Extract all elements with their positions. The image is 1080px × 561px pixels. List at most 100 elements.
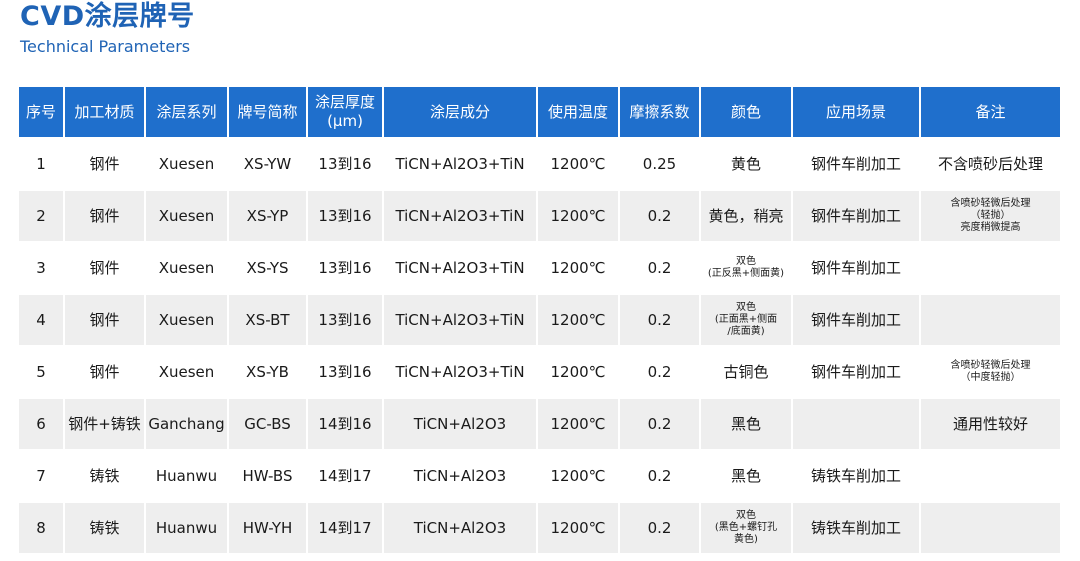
cell-material: 铸铁 [65, 501, 146, 553]
cell-grade: XS-BT [229, 293, 308, 345]
thickness-unit: (μm) [327, 112, 363, 130]
cell-friction: 0.25 [620, 137, 701, 189]
cell-grade: HW-BS [229, 449, 308, 501]
color-line: (正反黑+侧面黄) [707, 268, 785, 279]
cell-note [921, 449, 1060, 501]
note-line: 含喷砂轻微后处理 [950, 198, 1031, 209]
cell-note [921, 501, 1060, 553]
cell-temp: 1200℃ [538, 345, 620, 397]
col-header-color: 颜色 [701, 87, 793, 137]
cell-thickness: 13到16 [308, 189, 384, 241]
cell-composition: TiCN+Al2O3 [384, 397, 538, 449]
cell-temp: 1200℃ [538, 189, 620, 241]
cell-material: 铸铁 [65, 449, 146, 501]
cell-color: 黑色 [701, 397, 793, 449]
cell-temp: 1200℃ [538, 241, 620, 293]
color-line: 双色 [736, 510, 756, 521]
cell-thickness: 13到16 [308, 137, 384, 189]
cell-no: 7 [19, 449, 65, 501]
cell-material: 钢件 [65, 189, 146, 241]
cell-series: Ganchang [146, 397, 229, 449]
cell-temp: 1200℃ [538, 501, 620, 553]
col-header-friction: 摩擦系数 [620, 87, 701, 137]
cell-note [921, 241, 1060, 293]
cell-grade: HW-YH [229, 501, 308, 553]
cell-no: 5 [19, 345, 65, 397]
color-line: /底面黄) [727, 326, 765, 337]
col-header-thickness: 涂层厚度 (μm) [308, 87, 384, 137]
table-row: 8 铸铁 Huanwu HW-YH 14到17 TiCN+Al2O3 1200℃ 0.2 双色(… [19, 501, 1060, 553]
cell-thickness: 14到16 [308, 397, 384, 449]
thickness-label: 涂层厚度 [314, 93, 375, 111]
cell-material: 钢件 [65, 293, 146, 345]
cell-composition: TiCN+Al2O3+TiN [384, 241, 538, 293]
cell-composition: TiCN+Al2O3 [384, 449, 538, 501]
table-row: 6 钢件+铸铁 Ganchang GC-BS 14到16 TiCN+Al2O3 1200℃ 0… [19, 397, 1060, 449]
cell-thickness: 14到17 [308, 449, 384, 501]
cell-application [793, 397, 921, 449]
cell-composition: TiCN+Al2O3+TiN [384, 293, 538, 345]
cell-grade: XS-YW [229, 137, 308, 189]
cell-no: 2 [19, 189, 65, 241]
cell-composition: TiCN+Al2O3+TiN [384, 345, 538, 397]
table-row: 4 钢件 Xuesen XS-BT 13到16 TiCN+Al2O3+TiN 1200℃ 0.… [19, 293, 1060, 345]
cell-color: 双色 (正面黑+侧面/底面黄) [701, 293, 793, 345]
cell-note [921, 293, 1060, 345]
cell-series: Huanwu [146, 449, 229, 501]
cell-thickness: 13到16 [308, 241, 384, 293]
cell-application: 铸铁车削加工 [793, 501, 921, 553]
cell-friction: 0.2 [620, 501, 701, 553]
cell-no: 8 [19, 501, 65, 553]
cell-temp: 1200℃ [538, 137, 620, 189]
table-row: 3 钢件 Xuesen XS-YS 13到16 TiCN+Al2O3+TiN 1200℃ 0.… [19, 241, 1060, 293]
cell-thickness: 13到16 [308, 293, 384, 345]
cell-material: 钢件 [65, 241, 146, 293]
cell-no: 3 [19, 241, 65, 293]
table-row: 1 钢件 Xuesen XS-YW 13到16 TiCN+Al2O3+TiN 1200℃ 0.… [19, 137, 1060, 189]
cell-series: Xuesen [146, 345, 229, 397]
table-row: 7 铸铁 Huanwu HW-BS 14到17 TiCN+Al2O3 1200℃ 0.2 黑色铸… [19, 449, 1060, 501]
col-header-material: 加工材质 [65, 87, 146, 137]
cell-color: 双色 (黑色+螺钉孔 黄色) [701, 501, 793, 553]
table-row: 5 钢件 Xuesen XS-YB 13到16 TiCN+Al2O3+TiN 1200℃ 0.… [19, 345, 1060, 397]
note-line: 亮度稍微提高 [960, 222, 1021, 233]
table-body: 1 钢件 Xuesen XS-YW 13到16 TiCN+Al2O3+TiN 1200℃ 0.… [19, 137, 1060, 553]
cell-series: Xuesen [146, 189, 229, 241]
cell-temp: 1200℃ [538, 293, 620, 345]
color-line: 黄色) [734, 534, 758, 545]
cell-series: Xuesen [146, 137, 229, 189]
cell-color: 黄色 [701, 137, 793, 189]
cell-friction: 0.2 [620, 189, 701, 241]
cell-temp: 1200℃ [538, 397, 620, 449]
note-line: 含喷砂轻微后处理 [950, 360, 1031, 371]
cell-application: 钢件车削加工 [793, 241, 921, 293]
color-line: (黑色+螺钉孔 [714, 522, 778, 533]
cell-material: 钢件 [65, 345, 146, 397]
col-header-note: 备注 [921, 87, 1060, 137]
cell-application: 钢件车削加工 [793, 189, 921, 241]
cell-application: 铸铁车削加工 [793, 449, 921, 501]
cell-application: 钢件车削加工 [793, 345, 921, 397]
cell-composition: TiCN+Al2O3+TiN [384, 137, 538, 189]
cell-grade: XS-YP [229, 189, 308, 241]
cell-color: 黑色 [701, 449, 793, 501]
table-header-row: 序号 加工材质 涂层系列 牌号简称 涂层厚度 (μm) 涂层成分 使用温度 摩擦系… [19, 87, 1060, 137]
cell-grade: XS-YS [229, 241, 308, 293]
cell-composition: TiCN+Al2O3 [384, 501, 538, 553]
color-line: 双色 [736, 256, 756, 267]
cell-application: 钢件车削加工 [793, 293, 921, 345]
cell-series: Xuesen [146, 241, 229, 293]
note-line: （中度轻抛） [960, 372, 1021, 383]
color-line: 双色 [736, 302, 756, 313]
page-title: CVD涂层牌号 [20, 1, 195, 32]
cell-friction: 0.2 [620, 397, 701, 449]
col-header-composition: 涂层成分 [384, 87, 538, 137]
cell-friction: 0.2 [620, 449, 701, 501]
cell-note: 含喷砂轻微后处理 （中度轻抛） [921, 345, 1060, 397]
cell-grade: XS-YB [229, 345, 308, 397]
cell-series: Xuesen [146, 293, 229, 345]
cell-color: 黄色，稍亮 [701, 189, 793, 241]
cell-note: 不含喷砂后处理 [921, 137, 1060, 189]
cell-friction: 0.2 [620, 345, 701, 397]
cell-note: 含喷砂轻微后处理 （轻抛） 亮度稍微提高 [921, 189, 1060, 241]
